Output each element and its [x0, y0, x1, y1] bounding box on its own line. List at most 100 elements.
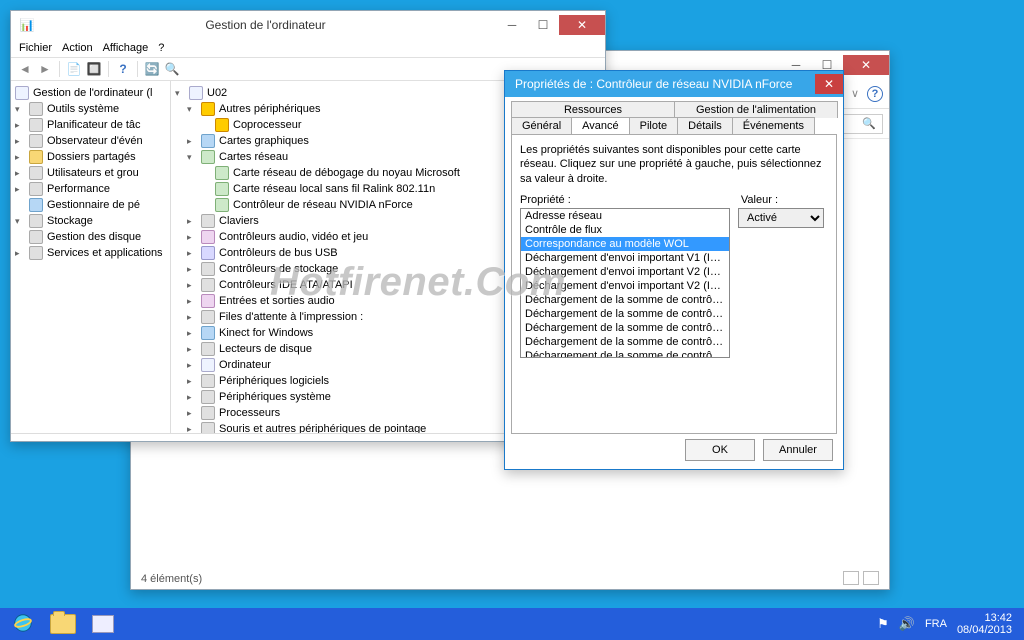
tree-disks[interactable]: Gestion des disque [47, 231, 141, 243]
dev-ide[interactable]: Contrôleurs IDE ATA/ATAPI [219, 279, 353, 291]
audio-icon [201, 230, 215, 244]
scan-icon[interactable]: 🔍 [164, 61, 180, 77]
mmc-max-button[interactable] [528, 15, 558, 35]
menu-affichage[interactable]: Affichage [103, 42, 149, 54]
dev-proc[interactable]: Processeurs [219, 407, 280, 419]
flag-icon[interactable]: ⚑ [877, 616, 889, 632]
dev-net-dbg[interactable]: Carte réseau de débogage du noyau Micros… [233, 167, 460, 179]
tree-stock[interactable]: Stockage [47, 215, 93, 227]
taskbar-ie[interactable] [4, 608, 42, 640]
eventvwr-icon [29, 134, 43, 148]
property-item[interactable]: Correspondance au modèle WOL [521, 237, 729, 251]
dev-audio[interactable]: Contrôleurs audio, vidéo et jeu [219, 231, 368, 243]
dev-lecteurs[interactable]: Lecteurs de disque [219, 343, 312, 355]
tree-users[interactable]: Utilisateurs et grou [47, 167, 139, 179]
tree-plan[interactable]: Planificateur de tâc [47, 119, 141, 131]
dev-net[interactable]: Cartes réseau [219, 151, 288, 163]
ok-button[interactable]: OK [685, 439, 755, 461]
cancel-button[interactable]: Annuler [763, 439, 833, 461]
property-item[interactable]: Adresse réseau [521, 209, 729, 223]
scheduler-icon [29, 118, 43, 132]
property-item[interactable]: Déchargement de la somme de contrôle de … [521, 293, 729, 307]
props-desc: Les propriétés suivantes sont disponible… [520, 143, 828, 186]
dev-es-audio[interactable]: Entrées et sorties audio [219, 295, 335, 307]
tab-gestion-alim[interactable]: Gestion de l'alimentation [674, 101, 838, 118]
tree-svc[interactable]: Services et applications [47, 247, 163, 259]
mmc-left-tree[interactable]: Gestion de l'ordinateur (l ▾Outils systè… [11, 81, 171, 433]
view-icon[interactable]: 🔲 [86, 61, 102, 77]
back-icon[interactable]: ◄ [17, 61, 33, 77]
tab-ressources[interactable]: Ressources [511, 101, 675, 118]
dev-persys[interactable]: Périphériques système [219, 391, 331, 403]
ie-icon [12, 612, 34, 637]
tab-avance[interactable]: Avancé [571, 117, 630, 134]
volume-icon[interactable]: 🔊 [899, 616, 915, 632]
mmc-min-button[interactable] [497, 15, 527, 35]
property-item[interactable]: Déchargement de la somme de contrôle TCP… [521, 321, 729, 335]
dev-claviers[interactable]: Claviers [219, 215, 259, 227]
bg-close-button[interactable] [843, 55, 889, 75]
softdev-icon [201, 374, 215, 388]
taskbar-mmc[interactable] [84, 608, 122, 640]
menu-help[interactable]: ? [158, 42, 164, 54]
refresh-icon[interactable]: 🔄 [144, 61, 160, 77]
property-listbox[interactable]: Adresse réseauContrôle de fluxCorrespond… [520, 208, 730, 358]
storage-icon [29, 214, 43, 228]
menu-fichier[interactable]: Fichier [19, 42, 52, 54]
tree-perf[interactable]: Performance [47, 183, 110, 195]
tree-outils[interactable]: Outils système [47, 103, 119, 115]
tree-root[interactable]: Gestion de l'ordinateur (l [33, 87, 153, 99]
system-tray: ⚑ 🔊 FRA 13:42 08/04/2013 [877, 612, 1020, 636]
dev-usb[interactable]: Contrôleurs de bus USB [219, 247, 338, 259]
computer-icon [201, 358, 215, 372]
tab-details[interactable]: Détails [677, 117, 733, 134]
fwd-icon[interactable]: ► [37, 61, 53, 77]
dev-souris[interactable]: Souris et autres périphériques de pointa… [219, 423, 426, 433]
tab-evenements[interactable]: Événements [732, 117, 815, 134]
menu-action[interactable]: Action [62, 42, 93, 54]
property-item[interactable]: Déchargement d'envoi important V2 (IPv4) [521, 265, 729, 279]
mmc-title: Gestion de l'ordinateur [35, 18, 496, 32]
dev-copro[interactable]: Coprocesseur [233, 119, 301, 131]
dev-perlog[interactable]: Périphériques logiciels [219, 375, 329, 387]
tree-devmgr[interactable]: Gestionnaire de pé [47, 199, 140, 211]
dev-ordi[interactable]: Ordinateur [219, 359, 271, 371]
properties-dialog: Propriétés de : Contrôleur de réseau NVI… [504, 70, 844, 470]
taskbar-explorer[interactable] [42, 608, 84, 640]
help-icon[interactable]: ? [867, 86, 883, 102]
dev-net-ralink[interactable]: Carte réseau local sans fil Ralink 802.1… [233, 183, 435, 195]
dev-root[interactable]: U02 [207, 87, 227, 99]
diskdrive-icon [201, 342, 215, 356]
dev-stock[interactable]: Contrôleurs de stockage [219, 263, 338, 275]
display-icon [201, 134, 215, 148]
help-icon[interactable]: ? [115, 61, 131, 77]
property-item[interactable]: Déchargement de la somme de contrôle IP [521, 307, 729, 321]
mmc-close-button[interactable] [559, 15, 605, 35]
props-tabs-row2: Général Avancé Pilote Détails Événements [505, 117, 843, 134]
tree-obs[interactable]: Observateur d'évén [47, 135, 143, 147]
audio-io-icon [201, 294, 215, 308]
property-item[interactable]: Déchargement d'envoi important V2 (IPv6) [521, 279, 729, 293]
property-item[interactable]: Déchargement de la somme de contrôle UDP… [521, 335, 729, 349]
taskbar-clock[interactable]: 13:42 08/04/2013 [957, 612, 1012, 636]
value-select[interactable]: Activé [738, 208, 824, 228]
props-close-button[interactable] [815, 74, 843, 94]
dev-gpu[interactable]: Cartes graphiques [219, 135, 309, 147]
tab-general[interactable]: Général [511, 117, 572, 134]
dev-net-nvidia[interactable]: Contrôleur de réseau NVIDIA nForce [233, 199, 413, 211]
lang-indicator[interactable]: FRA [925, 618, 947, 630]
mmc-menubar: Fichier Action Affichage ? [11, 39, 605, 58]
property-item[interactable]: Contrôle de flux [521, 223, 729, 237]
property-item[interactable]: Déchargement de la somme de contrôle UDP… [521, 349, 729, 358]
tree-dossiers[interactable]: Dossiers partagés [47, 151, 136, 163]
dev-print[interactable]: Files d'attente à l'impression : [219, 311, 363, 323]
nic-icon [215, 198, 229, 212]
bg-view-buttons[interactable] [843, 571, 879, 585]
kinect-icon [201, 326, 215, 340]
dev-kinect[interactable]: Kinect for Windows [219, 327, 313, 339]
warn-icon [201, 102, 215, 116]
up-icon[interactable]: 📄 [66, 61, 82, 77]
dev-autres[interactable]: Autres périphériques [219, 103, 321, 115]
property-item[interactable]: Déchargement d'envoi important V1 (IPv4) [521, 251, 729, 265]
tab-pilote[interactable]: Pilote [629, 117, 679, 134]
